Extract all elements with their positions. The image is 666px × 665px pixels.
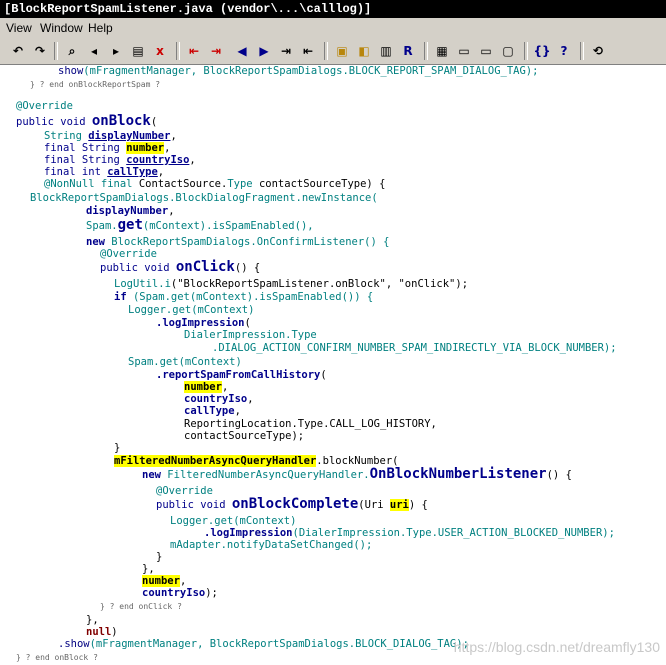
code-line: } <box>114 442 121 454</box>
code-line: null) <box>86 626 118 638</box>
outdent-icon[interactable]: ⇤ <box>298 41 318 61</box>
code-line: contactSourceType); <box>184 430 305 442</box>
code-line: .DIALOG_ACTION_CONFIRM_NUMBER_SPAM_INDIR… <box>212 342 617 354</box>
find-prev-icon[interactable]: ◂ <box>84 41 104 61</box>
code-line: number, <box>142 575 187 587</box>
code-line: BlockReportSpamDialogs.BlockDialogFragme… <box>30 192 378 204</box>
code-line: .reportSpamFromCallHistory( <box>156 369 327 381</box>
code-line: Spam.get(mContext).isSpamEnabled(), <box>86 217 314 233</box>
jump-back-icon[interactable]: ⇤ <box>184 41 204 61</box>
code-line: new BlockReportSpamDialogs.OnConfirmList… <box>86 236 390 248</box>
code-line: public void onBlockComplete(Uri uri) { <box>156 496 428 512</box>
bookmark-icon[interactable]: ◧ <box>354 41 374 61</box>
code-line: @Override <box>100 248 157 260</box>
code-line: }, <box>86 614 99 626</box>
code-line: String displayNumber, <box>44 130 177 142</box>
code-line: @Override <box>16 100 73 112</box>
menu-bar: View Window Help <box>0 18 666 39</box>
code-line: final int callType, <box>44 166 165 178</box>
menu-help[interactable]: Help <box>84 18 117 38</box>
menu-window[interactable]: Window <box>36 18 87 38</box>
undo-icon[interactable]: ↶ <box>8 41 28 61</box>
code-editor[interactable]: show(mFragmentManager, BlockReportSpamDi… <box>0 64 666 665</box>
title-bar: [BlockReportSpamListener.java (vendor\..… <box>0 0 666 18</box>
find-next-icon[interactable]: ▸ <box>106 41 126 61</box>
symbol-info-icon[interactable]: {} <box>532 41 552 61</box>
redo-icon[interactable]: ↷ <box>30 41 50 61</box>
help-icon[interactable]: ? <box>554 41 574 61</box>
code-line: mAdapter.notifyDataSetChanged(); <box>170 539 373 551</box>
code-line: @NonNull final ContactSource.Type contac… <box>44 178 386 190</box>
code-line: number, <box>184 381 229 393</box>
code-line: } <box>156 551 163 563</box>
find-icon[interactable]: ⌕ <box>62 41 82 61</box>
code-line: ReportingLocation.Type.CALL_LOG_HISTORY, <box>184 418 437 430</box>
code-line: public void onClick() { <box>100 259 261 275</box>
jump-forward-icon[interactable]: ⇥ <box>206 41 226 61</box>
layout3-icon[interactable]: ▭ <box>476 41 496 61</box>
lock-icon[interactable]: ▣ <box>332 41 352 61</box>
code-line: }, <box>142 563 155 575</box>
code-line: .logImpression(DialerImpression.Type.USE… <box>204 527 615 539</box>
watermark: https://blog.csdn.net/dreamfly130 <box>453 639 660 655</box>
replace-icon[interactable]: x <box>150 41 170 61</box>
layout4-icon[interactable]: ▢ <box>498 41 518 61</box>
code-line: Logger.get(mContext) <box>128 304 255 316</box>
code-comment: } ? end onBlock ? <box>16 653 98 662</box>
code-line: if (Spam.get(mContext).isSpamEnabled()) … <box>114 291 374 303</box>
code-line: countryIso); <box>142 587 218 599</box>
code-line: public void onBlock( <box>16 113 158 129</box>
code-line: countryIso, <box>184 393 254 405</box>
relation-icon[interactable]: R <box>398 41 418 61</box>
code-line: .logImpression( <box>156 317 251 329</box>
layout2-icon[interactable]: ▭ <box>454 41 474 61</box>
code-line: LogUtil.i("BlockReportSpamListener.onBlo… <box>114 278 469 290</box>
sync-icon[interactable]: ⟲ <box>588 41 608 61</box>
code-line: show(mFragmentManager, BlockReportSpamDi… <box>58 65 539 77</box>
layout1-icon[interactable]: ▦ <box>432 41 452 61</box>
window-title: [BlockReportSpamListener.java (vendor\..… <box>4 2 372 16</box>
code-line: new FilteredNumberAsyncQueryHandler.OnBl… <box>142 466 572 482</box>
code-line: Logger.get(mContext) <box>170 515 297 527</box>
code-line: @Override <box>156 485 213 497</box>
code-comment: } ? end onClick ? <box>100 602 182 611</box>
code-comment: } ? end onBlockReportSpam ? <box>30 80 161 89</box>
code-line: callType, <box>184 405 241 417</box>
book-icon[interactable]: ▥ <box>376 41 396 61</box>
code-line: displayNumber, <box>86 205 175 217</box>
code-line: DialerImpression.Type <box>184 329 317 341</box>
toolbar: ↶ ↷ ⌕ ◂ ▸ ▤ x ⇤ ⇥ ◀ ▶ ⇥ ⇤ ▣ ◧ ▥ R ▦ ▭ ▭ … <box>0 38 666 65</box>
back-icon[interactable]: ◀ <box>232 41 252 61</box>
forward-icon[interactable]: ▶ <box>254 41 274 61</box>
code-line: .show(mFragmentManager, BlockReportSpamD… <box>58 638 469 650</box>
menu-view[interactable]: View <box>2 18 36 38</box>
code-line: mFilteredNumberAsyncQueryHandler.blockNu… <box>114 455 399 467</box>
indent-icon[interactable]: ⇥ <box>276 41 296 61</box>
code-line: final String number, <box>44 142 171 154</box>
code-line: Spam.get(mContext) <box>128 356 242 368</box>
code-line: final String countryIso, <box>44 154 196 166</box>
find-files-icon[interactable]: ▤ <box>128 41 148 61</box>
